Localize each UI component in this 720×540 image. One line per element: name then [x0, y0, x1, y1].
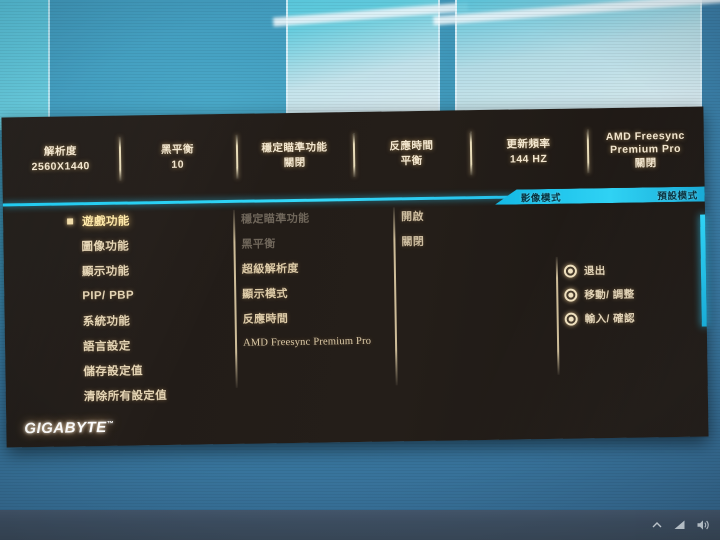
option-on[interactable]: 開啟 — [401, 201, 551, 228]
menu-item-system[interactable]: 系統功能 — [64, 306, 224, 334]
wallpaper-streak — [432, 0, 720, 26]
status-value: 平衡 — [400, 154, 423, 168]
gigabyte-logo: GIGABYTE™ — [24, 419, 114, 437]
submenu-item-response-time[interactable]: 反應時間 — [242, 303, 407, 331]
hint-move-adjust: 移動/ 調整 — [564, 282, 635, 307]
menu-item-display[interactable]: 顯示功能 — [64, 256, 224, 284]
submenu-item-super-resolution[interactable]: 超級解析度 — [242, 253, 407, 281]
hint-label: 輸入/ 確認 — [584, 312, 636, 325]
status-value: 144 HZ — [509, 152, 548, 166]
column-divider — [232, 209, 238, 388]
status-cell-resolution: 解析度 2560X1440 — [2, 144, 119, 176]
submenu-item-label: 黑平衡 — [241, 237, 276, 251]
status-value: 關閉 — [283, 156, 306, 170]
submenu-item-display-mode[interactable]: 顯示模式 — [242, 278, 407, 306]
submenu-item-label: 超級解析度 — [241, 262, 299, 276]
wallpaper-pane-a — [272, 0, 469, 118]
volume-icon[interactable] — [696, 518, 710, 532]
status-cell-aim-stabilizer: 穩定瞄準功能 關閉 — [236, 140, 353, 172]
hint-label: 退出 — [583, 264, 606, 277]
submenu-item-label: 顯示模式 — [242, 287, 288, 301]
menu-item-pip-pbp[interactable]: PIP/ PBP — [64, 281, 224, 309]
main-menu-column: 遊戲功能 圖像功能 顯示功能 PIP/ PBP 系統功能 語言設定 儲存設定值 … — [63, 206, 226, 408]
joystick-icon — [564, 264, 577, 277]
submenu-item-freesync[interactable]: AMD Freesync Premium Pro — [243, 328, 408, 356]
joystick-icon — [565, 312, 578, 325]
hint-enter-confirm: 輸入/ 確認 — [564, 306, 635, 331]
menu-item-label: PIP/ PBP — [82, 288, 135, 302]
menu-item-reset-all[interactable]: 清除所有設定值 — [66, 381, 226, 409]
option-label: 關閉 — [401, 235, 425, 248]
status-cell-refresh-rate: 更新頻率 144 HZ — [470, 136, 587, 168]
trademark-mark: ™ — [106, 420, 115, 428]
menu-item-label: 圖像功能 — [81, 240, 130, 253]
menu-item-picture[interactable]: 圖像功能 — [63, 231, 223, 259]
menu-item-label: 語言設定 — [82, 340, 131, 353]
option-off[interactable]: 關閉 — [401, 226, 551, 253]
gigabyte-osd-overlay: 解析度 2560X1440 黑平衡 10 穩定瞄準功能 關閉 反應時間 平衡 更… — [1, 106, 709, 448]
status-value: 10 — [171, 158, 185, 171]
submenu-item-label: AMD Freesync Premium Pro — [242, 335, 372, 349]
monitor-photo-screen: 解析度 2560X1440 黑平衡 10 穩定瞄準功能 關閉 反應時間 平衡 更… — [0, 0, 720, 540]
gigabyte-logo-text: GIGABYTE — [24, 418, 107, 438]
status-value: 關閉 — [634, 156, 657, 170]
chevron-up-icon[interactable] — [650, 518, 664, 532]
windows-taskbar[interactable] — [0, 510, 720, 540]
selected-bullet-icon — [67, 217, 74, 225]
osd-menu-body: 遊戲功能 圖像功能 顯示功能 PIP/ PBP 系統功能 語言設定 儲存設定值 … — [3, 198, 709, 447]
status-cell-response-time: 反應時間 平衡 — [353, 138, 470, 170]
menu-item-label: 儲存設定值 — [83, 364, 144, 378]
submenu-item-label: 穩定瞄準功能 — [240, 212, 310, 226]
joystick-icon — [564, 288, 577, 301]
menu-item-save-settings[interactable]: 儲存設定值 — [65, 356, 225, 384]
menu-item-label: 遊戲功能 — [82, 215, 130, 228]
control-hints: 退出 移動/ 調整 輸入/ 確認 — [564, 258, 635, 331]
status-cell-freesync: AMD Freesync Premium Pro 關閉 — [587, 129, 705, 172]
menu-item-label: 系統功能 — [82, 315, 131, 328]
submenu-item-black-equalizer[interactable]: 黑平衡 — [241, 228, 406, 256]
status-cell-black-equalizer: 黑平衡 10 — [119, 142, 236, 174]
wallpaper-pane-left — [0, 0, 50, 130]
submenu-item-label: 反應時間 — [242, 312, 289, 326]
menu-item-gaming[interactable]: 遊戲功能 — [63, 206, 223, 234]
column-divider — [555, 256, 560, 375]
sub-menu-column: 穩定瞄準功能 黑平衡 超級解析度 顯示模式 反應時間 AMD Freesync … — [241, 203, 408, 356]
network-icon[interactable] — [673, 518, 687, 532]
menu-item-label: 清除所有設定值 — [83, 389, 168, 403]
option-label: 開啟 — [400, 210, 424, 223]
menu-item-label: 顯示功能 — [81, 265, 130, 278]
hint-exit: 退出 — [564, 258, 635, 283]
status-value: 2560X1440 — [31, 160, 90, 174]
system-tray[interactable] — [650, 510, 714, 540]
submenu-item-aim-stabilizer[interactable]: 穩定瞄準功能 — [241, 203, 406, 231]
hint-label: 移動/ 調整 — [584, 288, 635, 301]
options-column: 開啟 關閉 — [401, 201, 552, 253]
menu-item-language[interactable]: 語言設定 — [65, 331, 225, 359]
osd-panel: 解析度 2560X1440 黑平衡 10 穩定瞄準功能 關閉 反應時間 平衡 更… — [1, 106, 709, 448]
